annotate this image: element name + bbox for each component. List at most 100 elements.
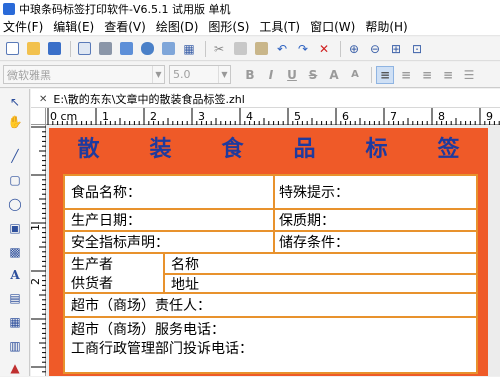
- select-pointer-icon[interactable]: ↖: [6, 93, 24, 111]
- qrcode-tool-icon[interactable]: ▦: [6, 313, 24, 331]
- title-char: 散: [77, 136, 100, 162]
- main-toolbar: ▦ ✂ ↶ ↷ ✕ ⊕ ⊖ ⊞ ⊡: [0, 37, 500, 61]
- menu-edit[interactable]: 编辑(E): [53, 18, 94, 35]
- align-justify-icon[interactable]: ≡: [439, 66, 457, 84]
- menu-help[interactable]: 帮助(H): [365, 18, 407, 35]
- underline-button[interactable]: U: [283, 66, 301, 84]
- align-right-icon[interactable]: ≡: [418, 66, 436, 84]
- font-shrink-button[interactable]: A: [346, 66, 364, 84]
- font-family-select[interactable]: 微软雅黑 ▼: [3, 65, 165, 84]
- vertical-ruler-ticks: [31, 126, 46, 373]
- table-divider: [273, 176, 275, 208]
- table-divider: [165, 273, 476, 275]
- grid-icon[interactable]: ▦: [180, 40, 198, 58]
- ruler-tick-label: 6: [342, 110, 349, 123]
- supplier-label: 供货者: [71, 276, 113, 292]
- cut-icon[interactable]: ✂: [210, 40, 228, 58]
- barcode-tool-icon[interactable]: ▤: [6, 289, 24, 307]
- rectangle-tool-icon[interactable]: ▢: [6, 171, 24, 189]
- menu-draw[interactable]: 绘图(D): [156, 18, 199, 35]
- ruler-origin-label: 0 cm: [50, 110, 78, 123]
- chevron-down-icon[interactable]: ▼: [152, 66, 164, 83]
- ruler-tick-label: 8: [438, 110, 445, 123]
- document-tab[interactable]: ✕ E:\散的东东\文章中的散装食品标签.zhl: [35, 91, 249, 107]
- fit-page-icon[interactable]: ⊞: [387, 40, 405, 58]
- menu-shape[interactable]: 图形(S): [208, 18, 249, 35]
- app-icon: [3, 3, 15, 15]
- window-title: 中琅条码标签打印软件-V6.5.1 试用版 单机: [19, 3, 231, 16]
- print-icon[interactable]: [96, 40, 114, 58]
- align-left-icon[interactable]: ≡: [376, 65, 394, 84]
- font-size-select[interactable]: 5.0 ▼: [169, 65, 231, 84]
- toolbar-separator: [340, 40, 341, 57]
- table-tool-icon[interactable]: ▥: [6, 337, 24, 355]
- menu-view[interactable]: 查看(V): [104, 18, 146, 35]
- copy-icon[interactable]: [231, 40, 249, 58]
- horizontal-ruler: 0 cm 1 2 3 4 5 6 7 8 9: [46, 108, 500, 125]
- database-icon[interactable]: [138, 40, 156, 58]
- toolbar-separator: [205, 40, 206, 57]
- italic-button[interactable]: I: [262, 66, 280, 84]
- ruler-tick-label: 7: [390, 110, 397, 123]
- font-grow-button[interactable]: A: [325, 66, 343, 84]
- label-info-table[interactable]: 食品名称： 特殊提示： 生产日期： 保质期： 安全指标声明： 储存条件： 生产者…: [63, 174, 478, 374]
- toolbar-separator: [371, 66, 372, 83]
- close-icon[interactable]: ✕: [39, 94, 47, 105]
- undo-icon[interactable]: ↶: [273, 40, 291, 58]
- hand-tool-icon[interactable]: ✋: [6, 113, 24, 131]
- table-row: 生产日期： 保质期：: [65, 210, 476, 232]
- settings-icon[interactable]: [159, 40, 177, 58]
- name-label: 名称: [171, 256, 199, 273]
- table-row: 安全指标声明： 储存条件：: [65, 232, 476, 254]
- bold-button[interactable]: B: [241, 66, 259, 84]
- paste-icon[interactable]: [252, 40, 270, 58]
- menu-tools[interactable]: 工具(T): [259, 18, 300, 35]
- production-date-label: 生产日期：: [71, 213, 141, 229]
- label-design[interactable]: 散 装 食 品 标 签 食品名称： 特殊提示： 生产日期： 保质期： 安全指标声…: [49, 128, 488, 376]
- polygon-tool-icon[interactable]: ▣: [6, 219, 24, 237]
- ellipse-tool-icon[interactable]: ◯: [6, 195, 24, 213]
- print-preview-icon[interactable]: [75, 40, 93, 58]
- ruler-tick-label: 1: [29, 224, 42, 231]
- format-toolbar: 微软雅黑 ▼ 5.0 ▼ B I U S A A ≡ ≡ ≡ ≡ ☰: [0, 62, 500, 88]
- redo-icon[interactable]: ↷: [294, 40, 312, 58]
- text-tool-icon[interactable]: A: [6, 266, 24, 284]
- menu-file[interactable]: 文件(F): [3, 18, 43, 35]
- producer-label: 生产者: [71, 257, 113, 273]
- ruler-tick-label: 9: [486, 110, 493, 123]
- table-row: 食品名称： 特殊提示：: [65, 176, 476, 210]
- line-tool-icon[interactable]: ╱: [6, 147, 24, 165]
- document-tab-bar: ✕ E:\散的东东\文章中的散装食品标签.zhl: [31, 89, 500, 108]
- storage-condition-label: 储存条件：: [279, 235, 349, 251]
- title-bar: 中琅条码标签打印软件-V6.5.1 试用版 单机: [0, 0, 500, 18]
- menu-window[interactable]: 窗口(W): [310, 18, 355, 35]
- strikethrough-button[interactable]: S: [304, 66, 322, 84]
- ruler-tick-label: 4: [246, 110, 253, 123]
- label-title[interactable]: 散 装 食 品 标 签: [49, 128, 488, 166]
- table-row: 生产者 供货者 名称 地址: [65, 254, 476, 294]
- menu-bar: 文件(F) 编辑(E) 查看(V) 绘图(D) 图形(S) 工具(T) 窗口(W…: [0, 18, 500, 36]
- open-folder-icon[interactable]: [24, 40, 42, 58]
- chevron-down-icon[interactable]: ▼: [218, 66, 230, 83]
- title-char: 品: [293, 136, 316, 162]
- special-note-label: 特殊提示：: [279, 185, 349, 201]
- save-icon[interactable]: [45, 40, 63, 58]
- zoom-in-icon[interactable]: ⊕: [345, 40, 363, 58]
- font-size-value: 5.0: [173, 68, 191, 81]
- image-tool-icon[interactable]: ▩: [6, 243, 24, 261]
- actual-size-icon[interactable]: ⊡: [408, 40, 426, 58]
- address-label: 地址: [171, 277, 199, 293]
- service-phone-label: 超市（商场）服务电话：: [71, 321, 225, 338]
- table-row: 超市（商场）责任人：: [65, 294, 476, 318]
- warning-tool-icon[interactable]: ▲: [6, 359, 24, 377]
- align-center-icon[interactable]: ≡: [397, 66, 415, 84]
- data-source-icon[interactable]: [117, 40, 135, 58]
- ruler-tick-label: 2: [150, 110, 157, 123]
- title-char: 标: [365, 136, 388, 162]
- delete-icon[interactable]: ✕: [315, 40, 333, 58]
- new-file-icon[interactable]: [3, 40, 21, 58]
- zoom-out-icon[interactable]: ⊖: [366, 40, 384, 58]
- food-name-label: 食品名称：: [71, 185, 141, 201]
- line-spacing-icon[interactable]: ☰: [460, 66, 478, 84]
- toolbar-separator: [70, 40, 71, 57]
